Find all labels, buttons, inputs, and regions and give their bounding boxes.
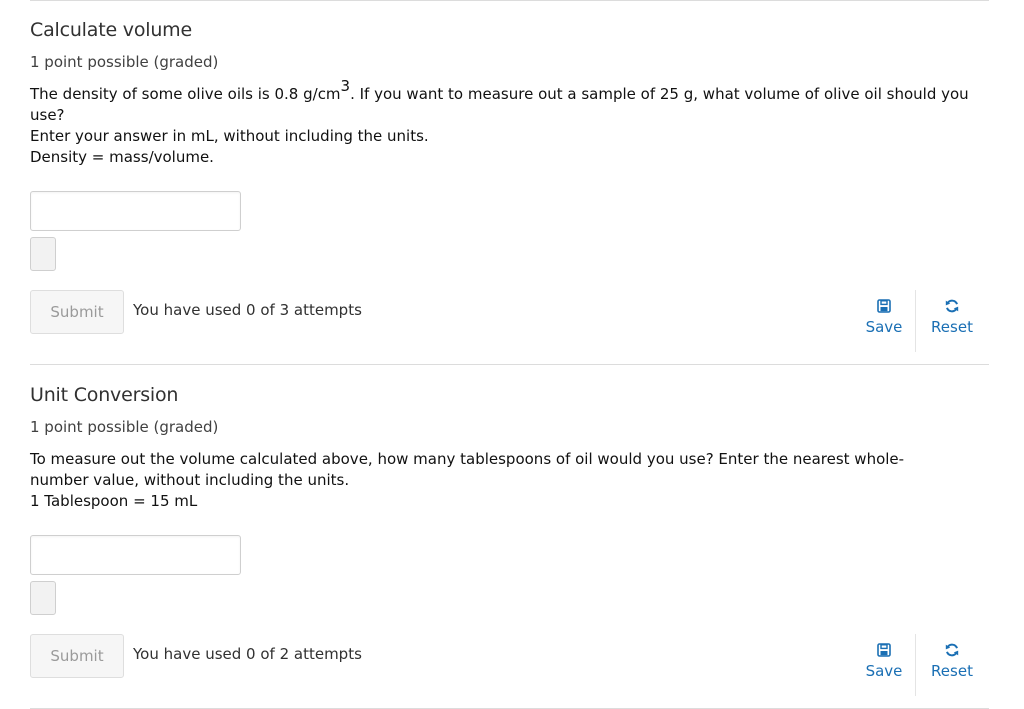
prompt-text: The density of some olive oils is 0.8 g/… xyxy=(30,85,341,103)
save-button[interactable]: Save xyxy=(854,298,914,337)
prompt-line: The density of some olive oils is 0.8 g/… xyxy=(30,79,989,126)
answer-status-indicator xyxy=(30,237,56,271)
answer-input[interactable] xyxy=(30,535,241,575)
reset-button[interactable]: Reset xyxy=(922,298,982,337)
tool-divider xyxy=(915,634,916,696)
problem-page: Calculate volume 1 point possible (grade… xyxy=(30,0,989,709)
tool-divider xyxy=(915,290,916,352)
attempts-count: You have used 0 of 3 attempts xyxy=(133,301,362,319)
attempts-count: You have used 0 of 2 attempts xyxy=(133,645,362,663)
answer-status-indicator xyxy=(30,581,56,615)
problem-title: Unit Conversion xyxy=(30,384,179,406)
problem-calculate-volume: Calculate volume 1 point possible (grade… xyxy=(30,1,989,364)
problem-prompt: The density of some olive oils is 0.8 g/… xyxy=(30,79,989,168)
problem-title: Calculate volume xyxy=(30,19,192,41)
save-label: Save xyxy=(865,318,903,336)
prompt-line: To measure out the volume calculated abo… xyxy=(30,450,905,489)
prompt-line: 1 Tablespoon = 15 mL xyxy=(30,492,198,510)
floppy-disk-icon xyxy=(876,642,892,658)
reset-label: Reset xyxy=(931,318,973,336)
points-possible: 1 point possible (graded) xyxy=(30,418,219,436)
floppy-disk-icon xyxy=(876,298,892,314)
answer-input[interactable] xyxy=(30,191,241,231)
problem-prompt: To measure out the volume calculated abo… xyxy=(30,449,989,512)
prompt-line: Enter your answer in mL, without includi… xyxy=(30,127,429,145)
save-button[interactable]: Save xyxy=(854,642,914,681)
submit-button[interactable]: Submit xyxy=(30,634,124,678)
problem-actions: Submit You have used 0 of 3 attempts Sav… xyxy=(30,290,989,364)
points-possible: 1 point possible (graded) xyxy=(30,53,219,71)
reset-label: Reset xyxy=(931,662,973,680)
prompt-line: Density = mass/volume. xyxy=(30,148,214,166)
reset-button[interactable]: Reset xyxy=(922,642,982,681)
problem-unit-conversion: Unit Conversion 1 point possible (graded… xyxy=(30,365,989,708)
save-label: Save xyxy=(865,662,903,680)
submit-button[interactable]: Submit xyxy=(30,290,124,334)
refresh-icon xyxy=(944,642,960,658)
refresh-icon xyxy=(944,298,960,314)
superscript: 3 xyxy=(340,77,351,95)
